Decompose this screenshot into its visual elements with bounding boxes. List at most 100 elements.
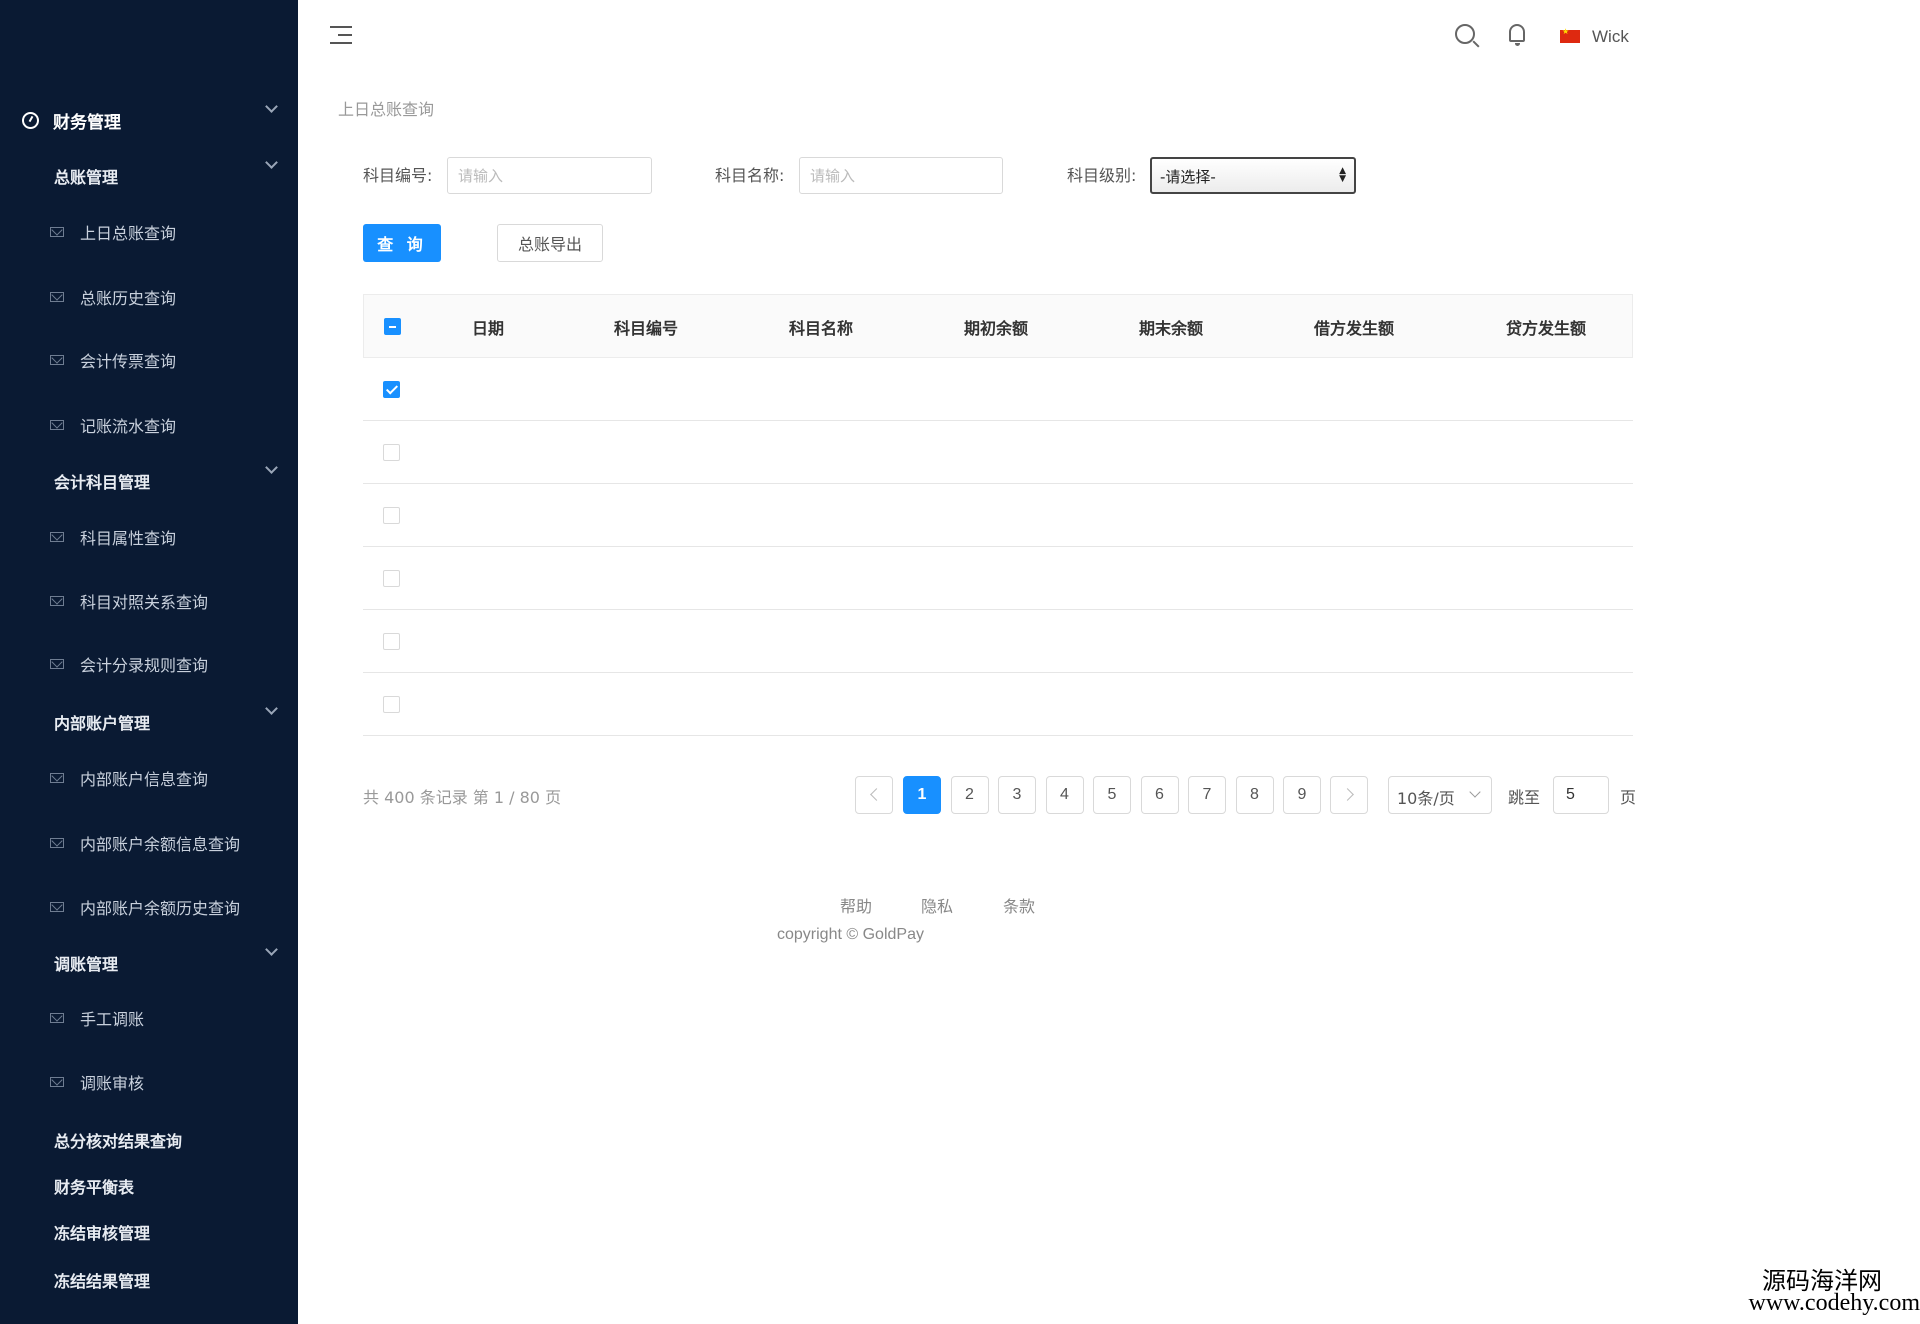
select-arrows-icon: ▲ ▼	[1339, 166, 1346, 184]
sidebar-item[interactable]: 内部账户余额信息查询	[0, 831, 298, 855]
sidebar-item[interactable]: 财务管理	[0, 100, 298, 133]
account-name-label: 科目名称:	[715, 166, 785, 185]
user-name[interactable]: Wick	[1592, 27, 1629, 47]
sidebar-item[interactable]: 财务平衡表	[0, 1174, 298, 1198]
page-number-button[interactable]: 9	[1283, 776, 1321, 814]
row-checkbox[interactable]	[383, 507, 400, 524]
sidebar-item[interactable]: 总分核对结果查询	[0, 1128, 298, 1152]
mail-icon	[50, 292, 64, 302]
mail-icon	[50, 902, 64, 912]
mail-icon	[50, 659, 64, 669]
column-header[interactable]: 借方发生额	[1314, 315, 1394, 339]
column-header[interactable]: 贷方发生额	[1506, 315, 1586, 339]
page-number-button[interactable]: 5	[1093, 776, 1131, 814]
page-number-button[interactable]: 1	[903, 776, 941, 814]
sidebar-item[interactable]: 手工调账	[0, 1006, 298, 1030]
next-page-button[interactable]	[1330, 776, 1368, 814]
chevron-down-icon[interactable]	[265, 156, 278, 169]
sidebar-item-label: 总分核对结果查询	[54, 1132, 183, 1151]
china-flag-icon[interactable]	[1560, 27, 1580, 43]
sidebar-item[interactable]: 内部账户余额历史查询	[0, 895, 298, 919]
sidebar-item-label: 会计科目管理	[54, 473, 151, 492]
sidebar-item[interactable]: 调账管理	[0, 943, 298, 975]
export-ledger-button[interactable]: 总账导出	[497, 224, 603, 262]
row-checkbox[interactable]	[383, 381, 400, 398]
search-icon[interactable]	[1455, 24, 1475, 44]
sidebar-item-label: 手工调账	[80, 1010, 145, 1029]
column-header[interactable]: 日期	[472, 315, 504, 339]
table-row[interactable]	[363, 484, 1633, 547]
account-code-input[interactable]	[447, 157, 652, 194]
sidebar-item-label: 财务管理	[53, 113, 121, 133]
mail-icon	[50, 355, 64, 365]
chevron-down-icon[interactable]	[265, 702, 278, 715]
sidebar-item[interactable]: 总账管理	[0, 156, 298, 188]
bell-icon[interactable]	[1509, 24, 1525, 46]
jump-label: 跳至	[1508, 788, 1541, 807]
chevron-down-icon[interactable]	[265, 461, 278, 474]
column-header[interactable]: 期初余额	[964, 315, 1028, 339]
mail-icon	[50, 420, 64, 430]
account-name-input[interactable]	[799, 157, 1003, 194]
page-number-button[interactable]: 8	[1235, 776, 1274, 814]
sidebar-item[interactable]: 会计科目管理	[0, 461, 298, 493]
sidebar-item[interactable]: 冻结审核管理	[0, 1220, 298, 1244]
ledger-table: 日期 科目编号 科目名称 期初余额 期末余额 借方发生额 贷方发生额	[363, 294, 1633, 736]
sidebar-item[interactable]: 会计分录规则查询	[0, 652, 298, 676]
sidebar-item-label: 内部账户余额历史查询	[80, 899, 241, 918]
table-row[interactable]	[363, 358, 1633, 421]
page-number-button[interactable]: 2	[950, 776, 989, 814]
page-suffix: 页	[1620, 788, 1637, 807]
chevron-down-icon[interactable]	[265, 100, 278, 113]
sidebar-item[interactable]: 总账历史查询	[0, 285, 298, 309]
table-row[interactable]	[363, 673, 1633, 736]
column-header[interactable]: 期末余额	[1139, 315, 1203, 339]
table-row[interactable]	[363, 421, 1633, 484]
sidebar-item[interactable]: 上日总账查询	[0, 220, 298, 244]
column-header[interactable]: 科目名称	[789, 315, 853, 339]
sidebar-item-label: 科目属性查询	[80, 529, 177, 548]
column-header[interactable]: 科目编号	[614, 315, 678, 339]
mail-icon	[50, 773, 64, 783]
select-all-checkbox[interactable]	[384, 318, 401, 335]
account-level-select[interactable]: -请选择- ▲ ▼	[1150, 157, 1356, 194]
page-size-value: 10条/页	[1397, 789, 1455, 808]
footer-help-link[interactable]: 帮助	[840, 893, 872, 917]
page-size-select[interactable]: 10条/页	[1388, 776, 1492, 814]
sidebar-item[interactable]: 科目对照关系查询	[0, 589, 298, 613]
mail-icon	[50, 596, 64, 606]
sidebar-item-label: 总账历史查询	[80, 289, 177, 308]
sidebar-item[interactable]: 内部账户管理	[0, 702, 298, 734]
sidebar-item[interactable]: 调账审核	[0, 1070, 298, 1094]
chevron-down-icon[interactable]	[265, 943, 278, 956]
account-level-selected: -请选择-	[1160, 168, 1216, 186]
row-checkbox[interactable]	[383, 444, 400, 461]
menu-toggle-icon[interactable]	[330, 26, 354, 44]
page-number-button[interactable]: 3	[998, 776, 1036, 814]
footer-terms-link[interactable]: 条款	[1003, 893, 1035, 917]
mail-icon	[50, 532, 64, 542]
row-checkbox[interactable]	[383, 696, 400, 713]
jump-page-input[interactable]	[1553, 776, 1609, 814]
sidebar-item[interactable]: 内部账户信息查询	[0, 766, 298, 790]
sidebar-item-label: 内部账户信息查询	[80, 770, 209, 789]
page-number-button[interactable]: 4	[1045, 776, 1084, 814]
copyright-text: copyright © GoldPay	[777, 926, 924, 943]
row-checkbox[interactable]	[383, 633, 400, 650]
sidebar-item[interactable]: 科目属性查询	[0, 525, 298, 549]
footer-privacy-link[interactable]: 隐私	[921, 893, 953, 917]
page-number-button[interactable]: 7	[1188, 776, 1226, 814]
breadcrumb: 上日总账查询	[338, 100, 435, 119]
watermark-line2: www.codehy.com	[1748, 1290, 1920, 1316]
sidebar-item[interactable]: 记账流水查询	[0, 413, 298, 437]
sidebar-item[interactable]: 冻结结果管理	[0, 1268, 298, 1292]
prev-page-button[interactable]	[855, 776, 893, 814]
page-number-button[interactable]: 6	[1140, 776, 1179, 814]
table-row[interactable]	[363, 610, 1633, 673]
query-button[interactable]: 查 询	[363, 224, 441, 262]
sidebar-item-label: 上日总账查询	[80, 224, 177, 243]
table-row[interactable]	[363, 547, 1633, 610]
row-checkbox[interactable]	[383, 570, 400, 587]
sidebar-item[interactable]: 会计传票查询	[0, 348, 298, 372]
sidebar-item-label: 会计分录规则查询	[80, 656, 209, 675]
